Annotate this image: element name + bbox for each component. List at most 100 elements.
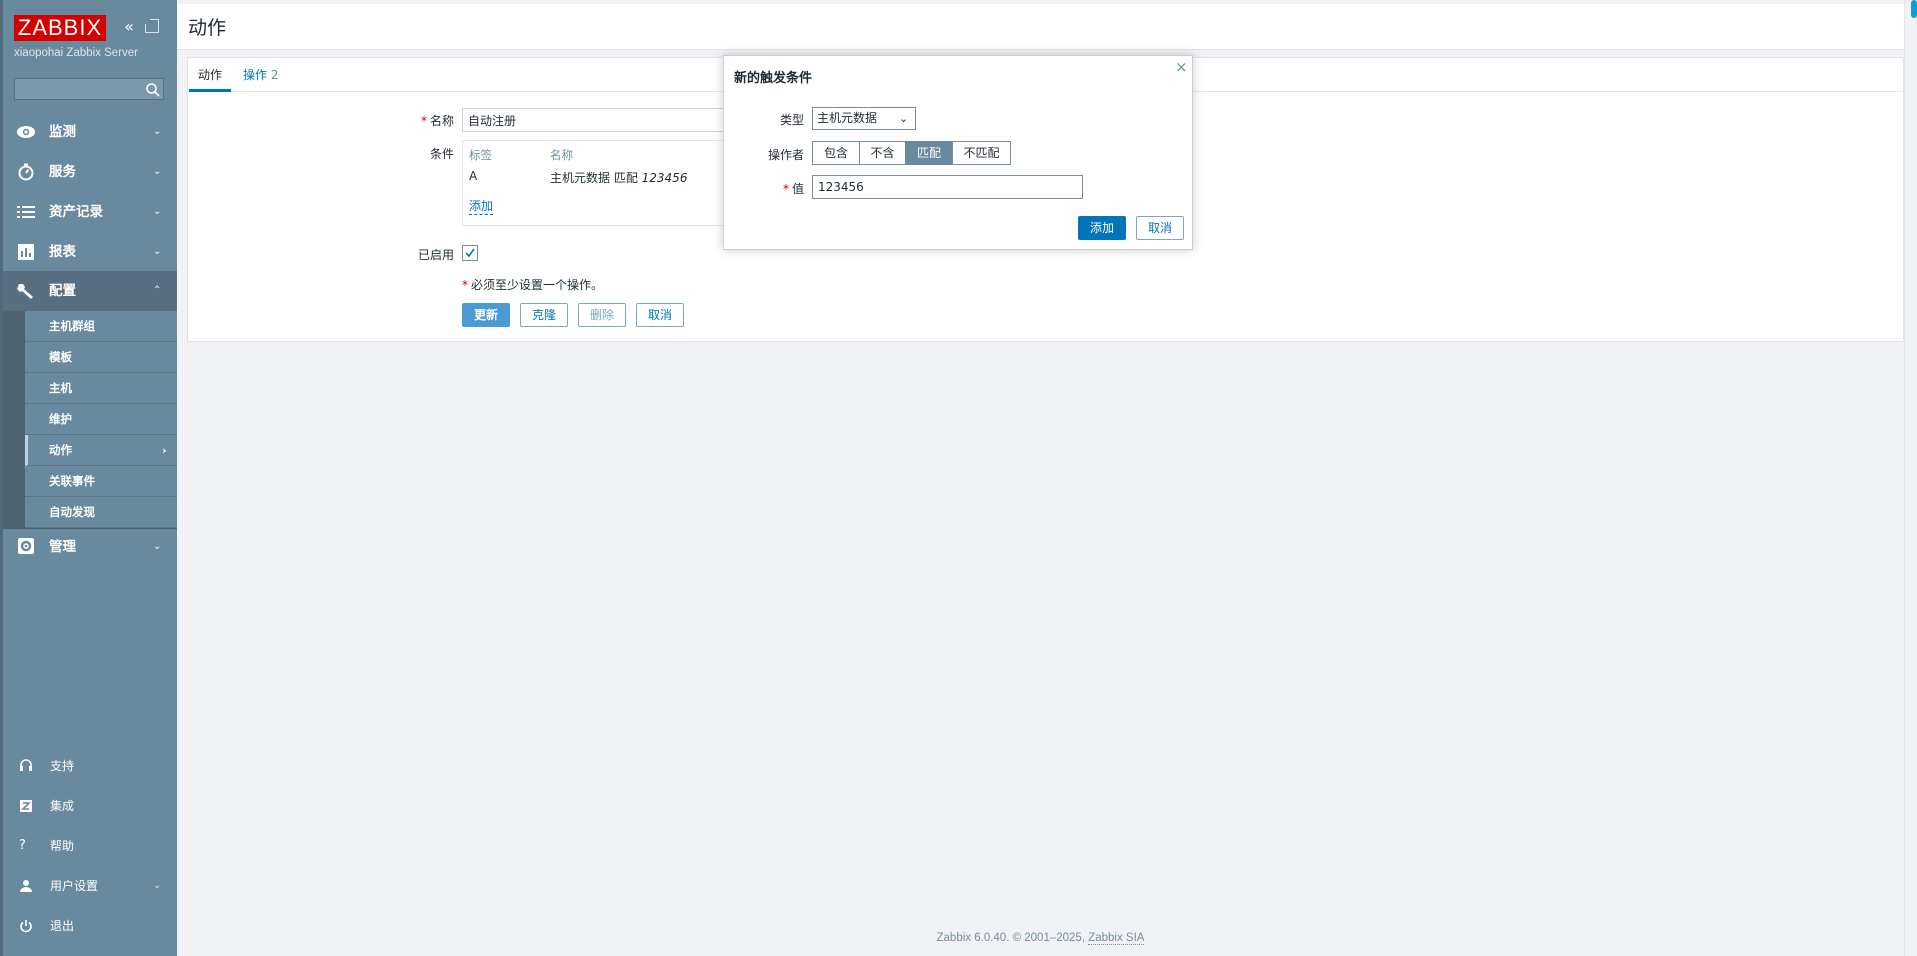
page-title: 动作: [188, 18, 227, 39]
chevron-down-icon: ⌄: [153, 206, 162, 217]
server-name: xiaopohai Zabbix Server: [14, 47, 139, 59]
configuration-submenu: 主机群组 模板 主机 维护 动作 › 关联事件 自动发现: [3, 311, 177, 529]
menu-label: 监测: [49, 124, 76, 140]
menu-label: 服务: [49, 164, 76, 180]
cancel-button[interactable]: 取消: [636, 303, 684, 327]
note-text: 必须至少设置一个操作。: [471, 278, 604, 292]
chevron-down-icon: ⌄: [153, 541, 162, 552]
menu-help[interactable]: ? 帮助: [3, 826, 177, 866]
operator-not-contains[interactable]: 不含: [859, 141, 906, 165]
submenu-label: 动作: [49, 443, 72, 457]
submenu-maintenance[interactable]: 维护: [25, 404, 177, 435]
menu-support[interactable]: 支持: [3, 746, 177, 786]
column-header-tag: 标签: [469, 148, 492, 162]
tab-action[interactable]: 动作: [189, 58, 232, 92]
power-icon: [20, 920, 32, 933]
search-icon[interactable]: [145, 82, 161, 98]
sidebar: ZABBIX « xiaopohai Zabbix Server 监测 ⌄ 服务…: [0, 0, 177, 956]
submenu-event-correlation[interactable]: 关联事件: [25, 466, 177, 497]
update-button[interactable]: 更新: [462, 303, 510, 327]
type-select[interactable]: 主机元数据 ⌄: [812, 107, 916, 130]
name-label-text: 名称: [429, 114, 454, 128]
checkmark-icon: [465, 248, 475, 258]
required-asterisk: *: [782, 182, 789, 196]
menu-administration[interactable]: 管理 ⌄: [3, 527, 177, 567]
operator-label: 操作者: [767, 148, 804, 162]
chevron-down-icon: ⌄: [153, 246, 162, 257]
enabled-label: 已启用: [417, 248, 454, 262]
user-icon: [20, 880, 32, 892]
submenu-hosts[interactable]: 主机: [25, 373, 177, 404]
footer-text: Zabbix 6.0.40. © 2001–2025,: [936, 932, 1089, 944]
required-asterisk: *: [420, 114, 427, 128]
headset-icon: [20, 759, 32, 771]
dialog-cancel-button[interactable]: 取消: [1136, 216, 1184, 240]
menu-label: 报表: [49, 244, 76, 260]
menu-label: 集成: [50, 799, 75, 813]
menu-user-settings[interactable]: 用户设置 ⌄: [3, 866, 177, 906]
chevron-down-icon: ⌄: [153, 166, 162, 177]
stopwatch-icon: [18, 163, 34, 181]
chevron-down-icon: ⌄: [899, 112, 909, 125]
menu-monitoring[interactable]: 监测 ⌄: [3, 112, 177, 152]
type-label: 类型: [779, 113, 804, 127]
kiosk-mode-icon[interactable]: [144, 18, 159, 33]
name-label: * 名称: [334, 112, 454, 129]
enabled-checkbox[interactable]: [462, 245, 478, 261]
search-input[interactable]: [14, 78, 164, 100]
footer: Zabbix 6.0.40. © 2001–2025, Zabbix SIA: [177, 932, 1904, 945]
dialog-add-button[interactable]: 添加: [1078, 216, 1126, 240]
tab-count-badge: 2: [270, 68, 279, 82]
list-icon: [17, 206, 35, 218]
eye-icon: [17, 126, 35, 138]
submenu-actions[interactable]: 动作 ›: [25, 435, 177, 466]
dialog-title: 新的触发条件: [734, 71, 813, 86]
menu-label: 管理: [49, 539, 76, 555]
required-note: * 必须至少设置一个操作。: [462, 276, 603, 293]
condition-tag: A: [469, 169, 478, 183]
column-header-name: 名称: [550, 148, 573, 162]
menu-label: 支持: [50, 759, 75, 773]
scrollbar[interactable]: [1904, 0, 1917, 956]
operator-contains[interactable]: 包含: [812, 141, 860, 165]
bar-chart-icon: [18, 244, 34, 260]
operator-not-matches[interactable]: 不匹配: [952, 141, 1011, 165]
chevron-up-icon: ⌃: [153, 285, 162, 296]
chevron-right-icon: ›: [162, 444, 167, 457]
condition-name: 主机元数据 匹配 123456: [550, 169, 687, 186]
operator-matches[interactable]: 匹配: [905, 141, 953, 165]
chevron-down-icon: ⌄: [153, 126, 162, 137]
menu-services[interactable]: 服务 ⌄: [3, 152, 177, 192]
submenu-templates[interactable]: 模板: [25, 342, 177, 373]
add-condition-link[interactable]: 添加: [469, 197, 494, 215]
menu-inventory[interactable]: 资产记录 ⌄: [3, 192, 177, 232]
menu-sign-out[interactable]: 退出: [3, 906, 177, 946]
menu-label: 退出: [50, 919, 75, 933]
menu-reports[interactable]: 报表 ⌄: [3, 232, 177, 272]
required-asterisk: *: [462, 278, 468, 292]
new-condition-dialog: 新的触发条件 × 类型 主机元数据 ⌄ 操作者 包含 不含 匹配 不匹配 * 值 …: [723, 55, 1193, 250]
menu-label: 用户设置: [50, 879, 99, 893]
delete-button[interactable]: 删除: [578, 303, 626, 327]
value-field[interactable]: [812, 175, 1083, 199]
menu-configuration[interactable]: 配置 ⌃: [3, 271, 177, 311]
scrollbar-thumb[interactable]: [1911, 0, 1917, 18]
tab-operations[interactable]: 操作 2: [234, 58, 287, 92]
submenu-discovery[interactable]: 自动发现: [25, 497, 177, 528]
clone-button[interactable]: 克隆: [520, 303, 568, 327]
footer-link[interactable]: Zabbix SIA: [1088, 932, 1145, 945]
tab-label: 操作: [243, 68, 268, 82]
collapse-sidebar-icon[interactable]: «: [120, 16, 138, 38]
gear-icon: [18, 538, 34, 554]
submenu-host-groups[interactable]: 主机群组: [25, 311, 177, 342]
menu-label: 资产记录: [49, 204, 103, 220]
type-select-value: 主机元数据: [817, 111, 878, 125]
page-header: 动作: [177, 4, 1904, 50]
close-icon[interactable]: ×: [1175, 58, 1188, 76]
value-label-text: 值: [791, 182, 804, 196]
menu-integrations[interactable]: 集成: [3, 786, 177, 826]
value-label: * 值: [724, 180, 804, 197]
integrations-icon: [20, 800, 32, 812]
zabbix-logo[interactable]: ZABBIX: [14, 15, 106, 41]
condition-value: 123456: [641, 171, 688, 185]
